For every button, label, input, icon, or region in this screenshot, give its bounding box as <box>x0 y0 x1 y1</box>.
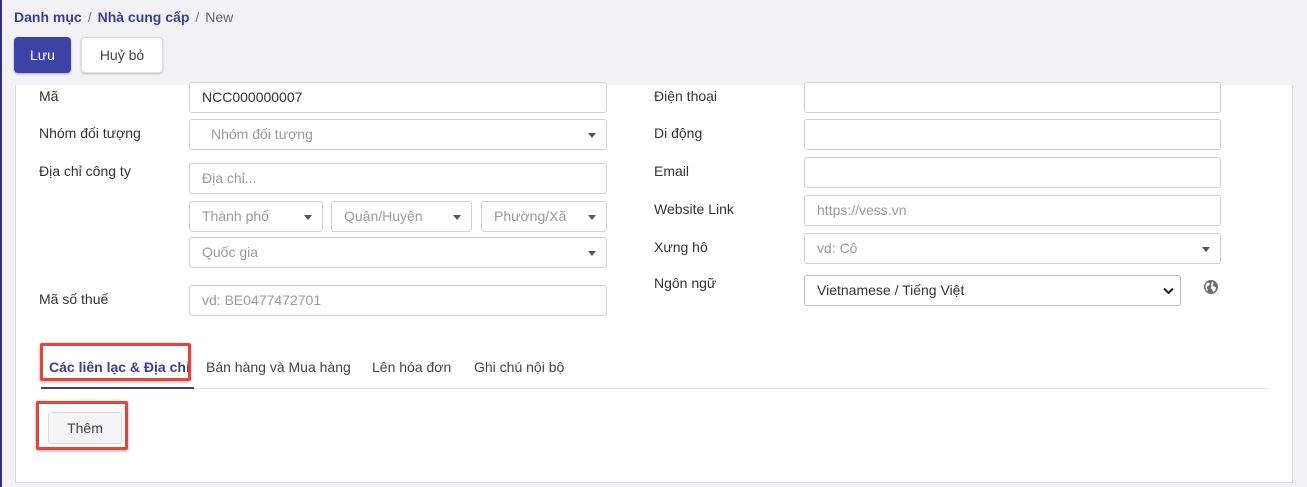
chevron-down-icon <box>1163 287 1174 295</box>
globe-icon[interactable] <box>1203 279 1219 295</box>
breadcrumb-separator: / <box>195 9 200 25</box>
district-placeholder: Quận/Huyện <box>344 208 423 224</box>
group-label: Nhóm đối tượng <box>39 125 141 141</box>
tax-input[interactable]: vd: BE0477472701 <box>189 285 607 316</box>
breadcrumb-current: New <box>205 9 234 25</box>
cancel-button[interactable]: Huỷ bỏ <box>81 37 163 73</box>
address-street-input[interactable]: Địa chỉ... <box>189 163 607 194</box>
language-select[interactable]: Vietnamese / Tiếng Việt <box>804 275 1181 306</box>
breadcrumb-separator: / <box>87 9 92 25</box>
code-field[interactable]: NCC000000007 <box>189 82 607 113</box>
website-label: Website Link <box>654 201 734 217</box>
country-placeholder: Quốc gia <box>202 244 259 260</box>
breadcrumb-item-danh-muc[interactable]: Danh mục <box>14 9 82 25</box>
title-select[interactable]: vd: Cô <box>804 233 1221 264</box>
code-label: Mã <box>39 88 59 104</box>
mobile-input[interactable] <box>804 119 1221 150</box>
chevron-down-icon <box>304 215 312 220</box>
breadcrumb: Danh mục / Nhà cung cấp / New <box>14 9 233 25</box>
group-placeholder: Nhóm đối tượng <box>211 126 313 142</box>
chevron-down-icon <box>588 215 596 220</box>
tax-label: Mã số thuế <box>39 291 109 307</box>
title-label: Xưng hô <box>654 239 708 255</box>
chevron-down-icon <box>588 251 596 256</box>
tab-invoicing[interactable]: Lên hóa đơn <box>372 359 451 375</box>
address-label: Địa chỉ công ty <box>39 163 131 179</box>
save-button[interactable]: Lưu <box>14 37 71 73</box>
scrollbar[interactable] <box>1300 0 1307 487</box>
ward-placeholder: Phường/Xã <box>494 208 567 224</box>
phone-label: Điện thoại <box>654 88 718 104</box>
highlight-box-tab <box>40 343 191 381</box>
country-select[interactable]: Quốc gia <box>189 237 607 268</box>
chevron-down-icon <box>588 133 596 138</box>
breadcrumb-item-nha-cung-cap[interactable]: Nhà cung cấp <box>98 9 190 25</box>
ward-select[interactable]: Phường/Xã <box>481 201 607 232</box>
code-value: NCC000000007 <box>202 89 303 105</box>
website-placeholder: https://vess.vn <box>817 202 907 218</box>
notebook-tabs: Các liên lạc & Địa chỉ Bán hàng và Mua h… <box>41 353 1269 389</box>
email-input[interactable] <box>804 157 1221 188</box>
website-input[interactable]: https://vess.vn <box>804 195 1221 226</box>
active-tab-indicator <box>41 387 194 389</box>
email-label: Email <box>654 163 690 179</box>
title-placeholder: vd: Cô <box>817 240 858 256</box>
district-select[interactable]: Quận/Huyện <box>331 201 472 232</box>
control-panel: Danh mục / Nhà cung cấp / New Lưu Huỷ bỏ <box>2 0 1307 85</box>
phone-input[interactable] <box>804 82 1221 113</box>
city-select[interactable]: Thành phố <box>189 201 323 232</box>
tax-placeholder: vd: BE0477472701 <box>202 292 322 308</box>
highlight-box-add <box>36 401 128 450</box>
language-label: Ngôn ngữ <box>654 275 717 291</box>
address-placeholder: Địa chỉ... <box>202 170 257 186</box>
chevron-down-icon <box>453 215 461 220</box>
chevron-down-icon <box>1202 247 1210 252</box>
tab-sales-purchases[interactable]: Bán hàng và Mua hàng <box>206 359 351 375</box>
language-value: Vietnamese / Tiếng Việt <box>817 282 965 298</box>
city-placeholder: Thành phố <box>202 208 269 224</box>
form-sheet: Mã NCC000000007 Nhóm đối tượng Nhóm đối … <box>15 82 1293 483</box>
tab-internal-notes[interactable]: Ghi chú nội bộ <box>474 359 564 375</box>
group-select[interactable]: Nhóm đối tượng <box>189 119 607 150</box>
mobile-label: Di động <box>654 125 703 141</box>
